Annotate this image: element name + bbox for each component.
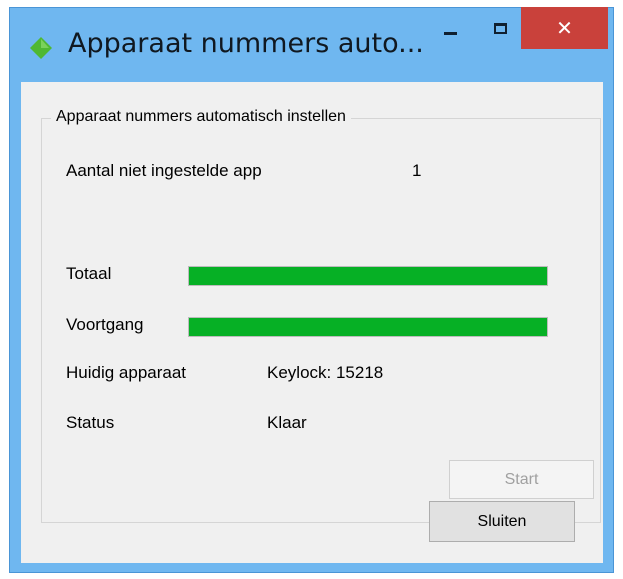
dialog-client-area: Apparaat nummers automatisch instellen A… — [21, 82, 603, 563]
progress-label: Voortgang — [66, 315, 144, 334]
title-bar[interactable]: Apparaat nummers auto... ✕ — [10, 7, 613, 82]
maximize-icon — [493, 22, 507, 34]
groupbox-legend: Apparaat nummers automatisch instellen — [51, 108, 351, 126]
status-label: Status — [66, 413, 115, 432]
current-device-value: Keylock: 15218 — [267, 363, 384, 382]
close-icon: ✕ — [556, 16, 573, 40]
dialog-window: Apparaat nummers auto... ✕ Apparaat numm… — [9, 7, 614, 573]
progress-fill — [189, 318, 547, 336]
minimize-icon — [443, 31, 457, 35]
green-diamond-icon — [30, 37, 52, 59]
close-window-button[interactable]: ✕ — [521, 7, 608, 49]
maximize-button[interactable] — [480, 8, 520, 48]
total-progress-fill — [189, 267, 547, 285]
close-button[interactable]: Sluiten — [429, 501, 575, 542]
unset-count-label: Aantal niet ingestelde app — [66, 161, 262, 180]
progress-bar — [188, 317, 548, 337]
unset-count-value: 1 — [412, 161, 422, 180]
groupbox: Apparaat nummers automatisch instellen A… — [41, 108, 601, 523]
total-label: Totaal — [66, 264, 112, 283]
status-value: Klaar — [267, 413, 307, 432]
current-device-label: Huidig apparaat — [66, 363, 187, 382]
total-progress-bar — [188, 266, 548, 286]
window-title: Apparaat nummers auto... — [68, 28, 424, 59]
start-button[interactable]: Start — [449, 460, 594, 499]
minimize-button[interactable] — [430, 8, 470, 48]
